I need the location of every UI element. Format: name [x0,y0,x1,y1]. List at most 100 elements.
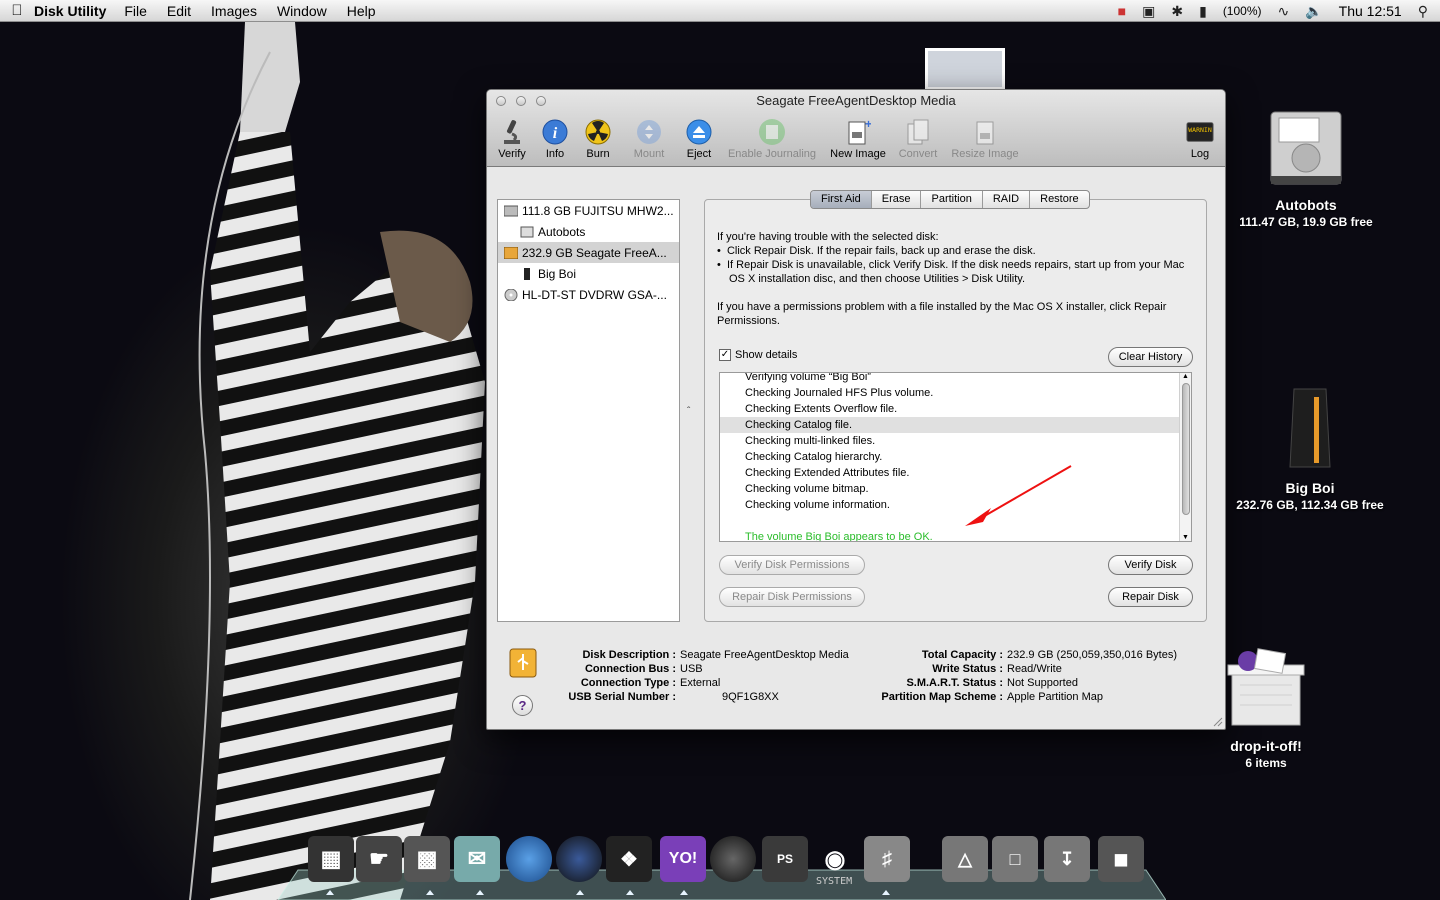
show-details-checkbox[interactable]: ✓ Show details [719,349,797,361]
apple-menu-icon[interactable]:  [0,2,34,19]
enable-journaling-label: Enable Journaling [727,148,817,160]
info-key: Connection Bus : [584,663,676,675]
dock-item-trash[interactable]: ◼ [1098,836,1144,882]
status-app-icon[interactable]: ■ [1118,3,1126,19]
external-drive-icon [1289,388,1331,468]
log-line: Checking Journaled HFS Plus volume. [745,387,934,399]
info-row: Connection Type : External [547,676,849,690]
dock-running-indicator [426,890,434,895]
drop-box-folder-icon [1227,648,1305,726]
external-disk-icon [504,246,518,259]
resize-image-label: Resize Image [951,148,1019,160]
verification-log[interactable]: Verifying volume “Big Boi” Checking Jour… [719,372,1192,542]
scroll-thumb[interactable] [1182,383,1190,515]
disk-utility-window: Seagate FreeAgentDesktop Media Verify i … [486,89,1226,730]
new-image-toolbar-button[interactable]: + New Image [827,118,889,160]
menu-file[interactable]: File [124,3,147,19]
dock-item-downloads-folder[interactable]: ↧ [1044,836,1090,882]
tab-partition[interactable]: Partition [921,191,983,208]
info-icon: i [541,118,569,146]
dock-item-yo[interactable]: YO! [660,836,706,882]
bluetooth-icon[interactable]: ✱ [1171,3,1183,20]
dock-item-disk-utility[interactable]: ♯ [864,836,910,882]
convert-icon [904,118,932,146]
dock-item-applications-folder[interactable]: △ [942,836,988,882]
verify-toolbar-button[interactable]: Verify [494,118,530,160]
scroll-up-arrow-icon[interactable]: ▲ [1182,373,1189,380]
applications-folder-icon: △ [958,848,972,869]
tab-first-aid[interactable]: First Aid [811,191,872,208]
burn-toolbar-button[interactable]: Burn [580,118,616,160]
menu-edit[interactable]: Edit [167,3,191,19]
dock-running-indicator [882,890,890,895]
menu-app-name[interactable]: Disk Utility [34,3,106,19]
info-toolbar-button[interactable]: i Info [539,118,571,160]
desktop-icon-label: Autobots [1275,197,1337,213]
log-line: Checking Catalog file. [720,417,1179,433]
permissions-note: If you have a permissions problem with a… [717,301,1167,327]
sidebar-item-autobots[interactable]: Autobots [498,221,679,242]
dock-item-camera[interactable] [710,836,756,882]
microscope-icon [498,118,526,146]
menu-window[interactable]: Window [277,3,327,19]
scroll-down-arrow-icon[interactable]: ▼ [1182,534,1189,541]
info-row: Total Capacity : 232.9 GB (250,059,350,01… [871,648,1177,662]
dock-item-bird[interactable]: ❖ [606,836,652,882]
dock-item-app[interactable]: ☛ [356,836,402,882]
checkmark-icon: ✓ [719,349,731,361]
eject-label: Eject [686,148,712,160]
sidebar-item-seagate-disk[interactable]: 232.9 GB Seagate FreeA... [498,242,679,263]
sidebar-item-label: 111.8 GB FUJITSU MHW2... [522,203,674,218]
menu-clock[interactable]: Thu 12:51 [1339,3,1402,19]
verify-disk-button[interactable]: Verify Disk [1108,555,1193,575]
crow-icon: ❖ [620,848,638,871]
log-scrollbar[interactable]: ▲ ▼ [1179,373,1191,541]
ps-label: PS [776,852,793,866]
dock-item-photoshop[interactable]: PS [762,836,808,882]
convert-toolbar-button[interactable]: Convert [895,118,941,160]
menu-help[interactable]: Help [347,3,376,19]
desktop-icon-big-boi[interactable]: Big Boi 232.76 GB, 112.34 GB free [1200,385,1420,512]
downloads-folder-icon: ↧ [1059,848,1075,869]
desktop-icon-autobots[interactable]: Autobots 111.47 GB, 19.9 GB free [1200,108,1412,229]
tab-erase[interactable]: Erase [872,191,922,208]
dock-item-globe[interactable] [506,836,552,882]
new-image-icon: + [844,118,872,146]
tab-raid[interactable]: RAID [983,191,1031,208]
info-row: S.M.A.R.T. Status : Not Supported [871,676,1177,690]
repair-disk-button[interactable]: Repair Disk [1108,587,1193,607]
mount-toolbar-button[interactable]: Mount [629,118,669,160]
display-icon[interactable]: ▣ [1142,3,1155,20]
dock-item-radio[interactable]: ▩ [404,836,450,882]
tab-restore[interactable]: Restore [1030,191,1089,208]
wifi-icon[interactable]: ∿ [1278,3,1290,20]
dock-running-indicator [680,890,688,895]
dock-item-stack[interactable]: ▦ [308,836,354,882]
spotlight-search-icon[interactable]: ⚲ [1418,3,1428,20]
battery-percentage: (100%) [1222,4,1262,18]
clear-history-button[interactable]: Clear History [1108,347,1193,367]
sidebar-item-big-boi[interactable]: Big Boi [498,263,679,284]
enable-journaling-toolbar-button[interactable]: Enable Journaling [724,118,820,160]
volume-icon[interactable]: 🔈 [1305,3,1322,20]
log-line: Verifying volume “Big Boi” [745,372,871,383]
external-volume-icon [524,267,530,280]
eject-toolbar-button[interactable]: Eject [683,118,715,160]
dock-item-mail[interactable]: ✉ [454,836,500,882]
sidebar-item-fujitsu-disk[interactable]: 111.8 GB FUJITSU MHW2... [498,200,679,221]
sidebar-item-dvd-drive[interactable]: HL-DT-ST DVDRW GSA-... [498,284,679,305]
menu-images[interactable]: Images [211,3,257,19]
verify-disk-permissions-button[interactable]: Verify Disk Permissions [719,555,865,575]
info-row: Connection Bus : USB [547,662,849,676]
dock-item-documents-folder[interactable]: □ [992,836,1038,882]
bullet-text: Click Repair Disk. If the repair fails, … [726,245,1036,257]
resize-image-toolbar-button[interactable]: Resize Image [947,118,1023,160]
split-view-caret-icon[interactable]: ˆ [687,406,690,417]
help-button[interactable]: ? [512,695,533,716]
dock-item-firefox[interactable] [556,836,602,882]
repair-disk-permissions-button[interactable]: Repair Disk Permissions [719,587,865,607]
show-details-label: Show details [735,349,798,361]
battery-icon[interactable]: ▮ [1199,3,1207,20]
screenshot-thumbnail[interactable] [925,48,1005,90]
desktop-icon-drop-it-off[interactable]: drop-it-off! 6 items [1206,645,1326,770]
